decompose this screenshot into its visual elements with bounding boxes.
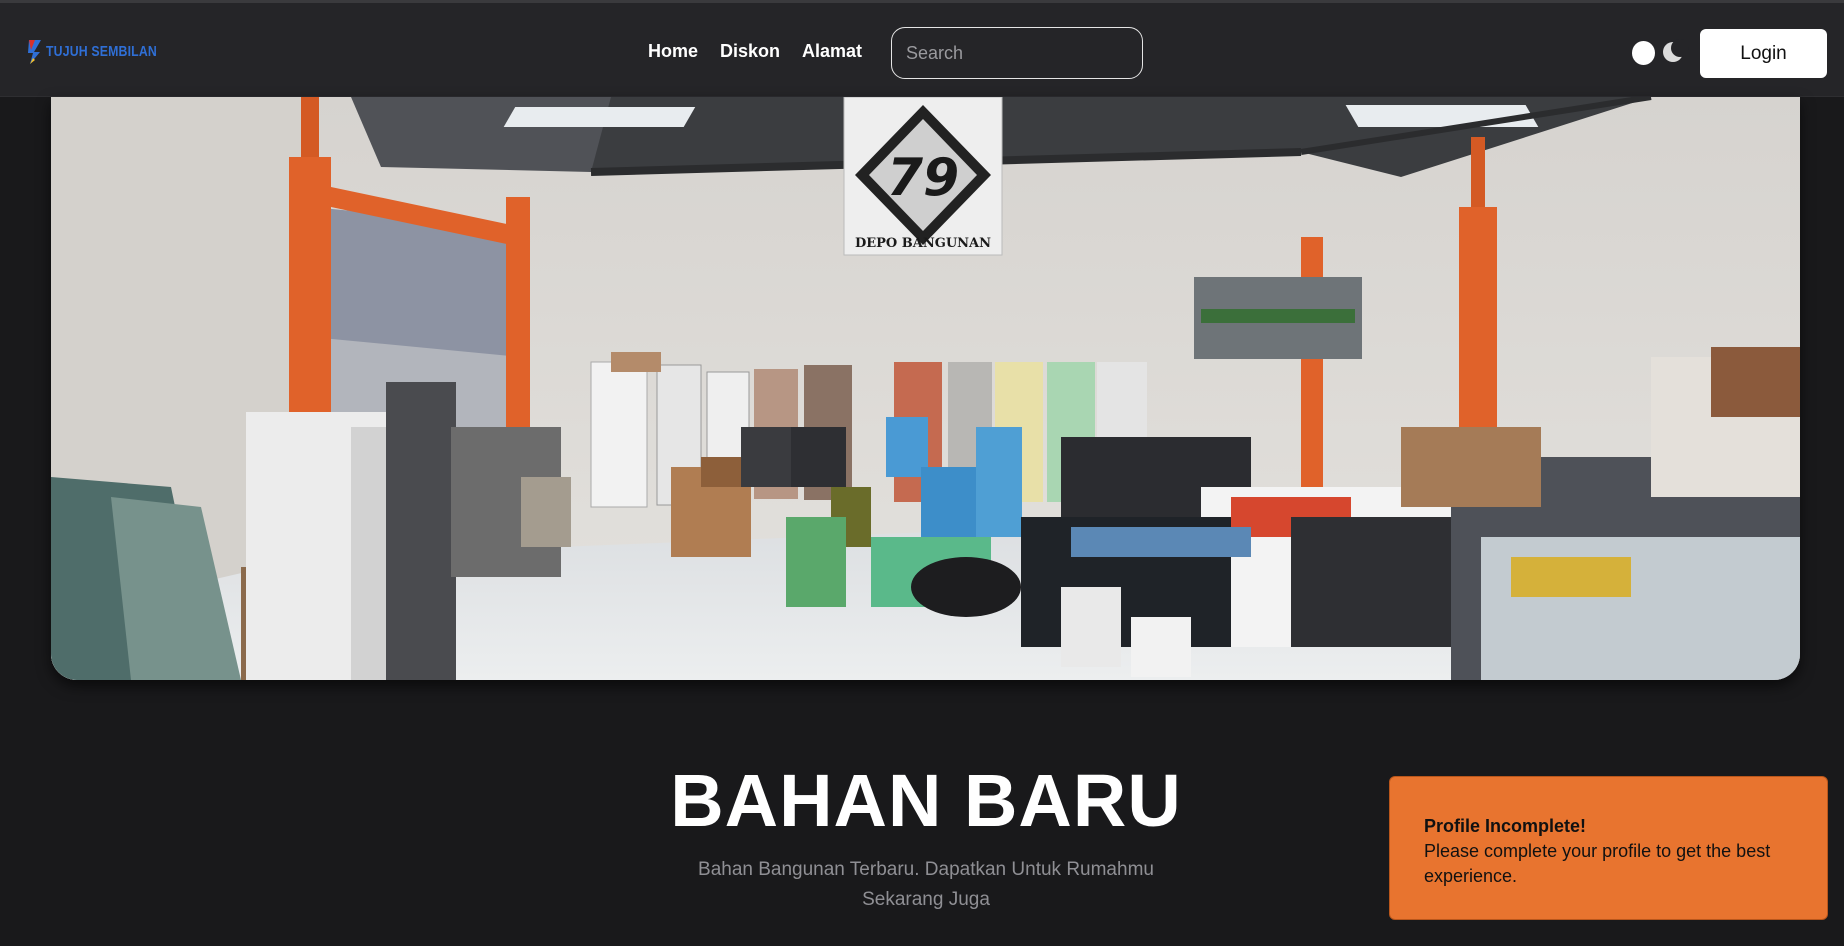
nav-link-diskon[interactable]: Diskon xyxy=(720,41,780,62)
sign-caption: DEPO BANGUNAN xyxy=(855,236,991,251)
sign-number: 79 xyxy=(887,148,959,208)
toast-title: Profile Incomplete! xyxy=(1424,816,1587,836)
navbar: TUJUH SEMBILAN Home Diskon Alamat Login xyxy=(0,0,1844,97)
theme-toggle[interactable] xyxy=(1632,39,1690,65)
brand-name: TUJUH SEMBILAN xyxy=(46,42,157,60)
nav-link-home[interactable]: Home xyxy=(648,41,698,62)
brand-mark-icon xyxy=(28,40,41,64)
main-nav: Home Diskon Alamat xyxy=(648,41,884,62)
hero-banner: 79 DEPO BANGUNAN xyxy=(51,97,1800,680)
store-interior-photo: 79 DEPO BANGUNAN xyxy=(51,97,1800,680)
login-button[interactable]: Login xyxy=(1700,29,1827,78)
profile-incomplete-toast[interactable]: Profile Incomplete! Please complete your… xyxy=(1389,776,1828,920)
toast-message: Please complete your profile to get the … xyxy=(1424,841,1771,886)
brand-logo[interactable]: TUJUH SEMBILAN xyxy=(26,33,181,69)
search-input[interactable] xyxy=(891,27,1143,79)
nav-link-alamat[interactable]: Alamat xyxy=(802,41,862,62)
sun-icon[interactable] xyxy=(1632,41,1655,65)
section-subtitle: Bahan Bangunan Terbaru. Dapatkan Untuk R… xyxy=(698,859,1154,910)
moon-icon[interactable] xyxy=(1662,39,1690,64)
